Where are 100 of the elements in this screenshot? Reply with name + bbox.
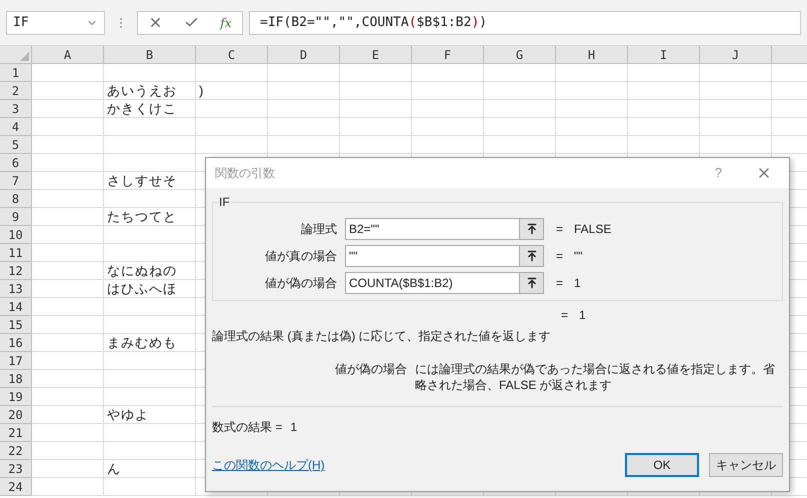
- argument-field[interactable]: "": [345, 244, 520, 266]
- collapse-button[interactable]: [520, 244, 544, 266]
- table-cell: かきくけこ: [104, 100, 196, 118]
- column-header[interactable]: B: [104, 46, 196, 64]
- row-header[interactable]: 16: [0, 334, 32, 352]
- row-header[interactable]: 14: [0, 298, 32, 316]
- argument-result: "": [574, 248, 583, 264]
- column-header[interactable]: E: [340, 46, 412, 64]
- row-header[interactable]: 22: [0, 442, 32, 460]
- equals-sign: =: [561, 307, 570, 324]
- table-cell: [32, 262, 104, 280]
- formula-result-value: 1: [290, 419, 298, 436]
- table-cell: [484, 64, 556, 82]
- table-cell: [700, 82, 772, 100]
- table-cell: [700, 64, 772, 82]
- column-header[interactable]: J: [700, 46, 772, 64]
- table-cell: [700, 136, 772, 154]
- table-cell: [32, 442, 104, 460]
- corner-triangle-icon: [20, 52, 29, 61]
- help-link[interactable]: この関数のヘルプ(H): [212, 456, 325, 474]
- function-result: 1: [579, 307, 586, 324]
- column-header[interactable]: C: [196, 46, 268, 64]
- table-cell: [32, 208, 104, 226]
- table-cell: [556, 136, 628, 154]
- table-cell: [556, 82, 628, 100]
- table-cell: [484, 100, 556, 118]
- insert-function-button[interactable]: fx: [220, 14, 232, 32]
- row-header[interactable]: 21: [0, 424, 32, 442]
- row-header[interactable]: 3: [0, 100, 32, 118]
- table-cell: [556, 118, 628, 136]
- table-cell: [32, 316, 104, 334]
- row-header[interactable]: 2: [0, 82, 32, 100]
- row-header[interactable]: 20: [0, 406, 32, 424]
- collapse-button[interactable]: [520, 272, 544, 294]
- row-header[interactable]: 4: [0, 118, 32, 136]
- collapse-button[interactable]: [520, 218, 544, 240]
- row-header[interactable]: 6: [0, 154, 32, 172]
- table-cell: [32, 478, 104, 496]
- function-description: 論理式の結果 (真または偽) に応じて、指定された値を返します: [212, 328, 552, 345]
- table-cell: [484, 136, 556, 154]
- table-cell: ): [196, 82, 268, 100]
- table-cell: [412, 136, 484, 154]
- equals-sign: =: [556, 274, 564, 292]
- table-cell: [556, 64, 628, 82]
- argument-help-label: 値が偽の場合: [334, 361, 408, 378]
- table-cell: やゆよ: [104, 406, 196, 424]
- table-cell: [700, 100, 772, 118]
- row-header[interactable]: 12: [0, 262, 32, 280]
- row-header[interactable]: 7: [0, 172, 32, 190]
- argument-result: FALSE: [574, 220, 612, 238]
- row-header[interactable]: 1: [0, 64, 32, 82]
- dialog-button[interactable]: キャンセル: [709, 453, 783, 477]
- row-header[interactable]: 23: [0, 460, 32, 478]
- table-cell: はひふへほ: [104, 280, 196, 298]
- column-header[interactable]: D: [268, 46, 340, 64]
- table-cell: [196, 118, 268, 136]
- upload-arrow-icon: [526, 250, 538, 262]
- table-cell: [340, 118, 412, 136]
- row-header[interactable]: 19: [0, 388, 32, 406]
- table-cell: [32, 280, 104, 298]
- formula-field[interactable]: =IF(B2="","",COUNTA($B$1:B2)): [249, 10, 801, 34]
- row-header[interactable]: 24: [0, 478, 32, 496]
- column-header[interactable]: A: [32, 46, 104, 64]
- row-header[interactable]: 10: [0, 226, 32, 244]
- row-header[interactable]: 8: [0, 190, 32, 208]
- table-cell: ん: [104, 460, 196, 478]
- argument-label: 論理式: [300, 220, 338, 238]
- table-cell: [340, 82, 412, 100]
- table-cell: [32, 460, 104, 478]
- table-cell: [32, 64, 104, 82]
- table-cell: [628, 82, 700, 100]
- table-cell: [32, 118, 104, 136]
- table-cell: あいうえお: [104, 82, 196, 100]
- table-cell: [32, 352, 104, 370]
- argument-help-text: には論理式の結果が偽であった場合に返される値を指定します。省略された場合、FALSE が返されます: [415, 361, 776, 393]
- argument-label: 値が偽の場合: [264, 274, 338, 292]
- table-cell: なにぬねの: [104, 262, 196, 280]
- argument-field[interactable]: B2="": [345, 218, 520, 240]
- row-header[interactable]: 13: [0, 280, 32, 298]
- row-header[interactable]: 5: [0, 136, 32, 154]
- argument-result: 1: [574, 274, 581, 292]
- table-cell: [340, 100, 412, 118]
- column-header[interactable]: G: [484, 46, 556, 64]
- table-cell: [340, 64, 412, 82]
- equals-sign: =: [556, 220, 564, 238]
- table-cell: [32, 154, 104, 172]
- column-header[interactable]: H: [556, 46, 628, 64]
- row-header[interactable]: 15: [0, 316, 32, 334]
- table-cell: [32, 100, 104, 118]
- row-header[interactable]: 11: [0, 244, 32, 262]
- table-cell: [32, 334, 104, 352]
- row-header[interactable]: 9: [0, 208, 32, 226]
- row-header[interactable]: 17: [0, 352, 32, 370]
- row-header[interactable]: 18: [0, 370, 32, 388]
- dialog-button[interactable]: OK: [625, 453, 699, 477]
- name-box[interactable]: IF: [6, 10, 105, 34]
- table-cell: [628, 64, 700, 82]
- column-header[interactable]: F: [412, 46, 484, 64]
- column-header[interactable]: I: [628, 46, 700, 64]
- argument-field[interactable]: COUNTA($B$1:B2): [345, 272, 520, 294]
